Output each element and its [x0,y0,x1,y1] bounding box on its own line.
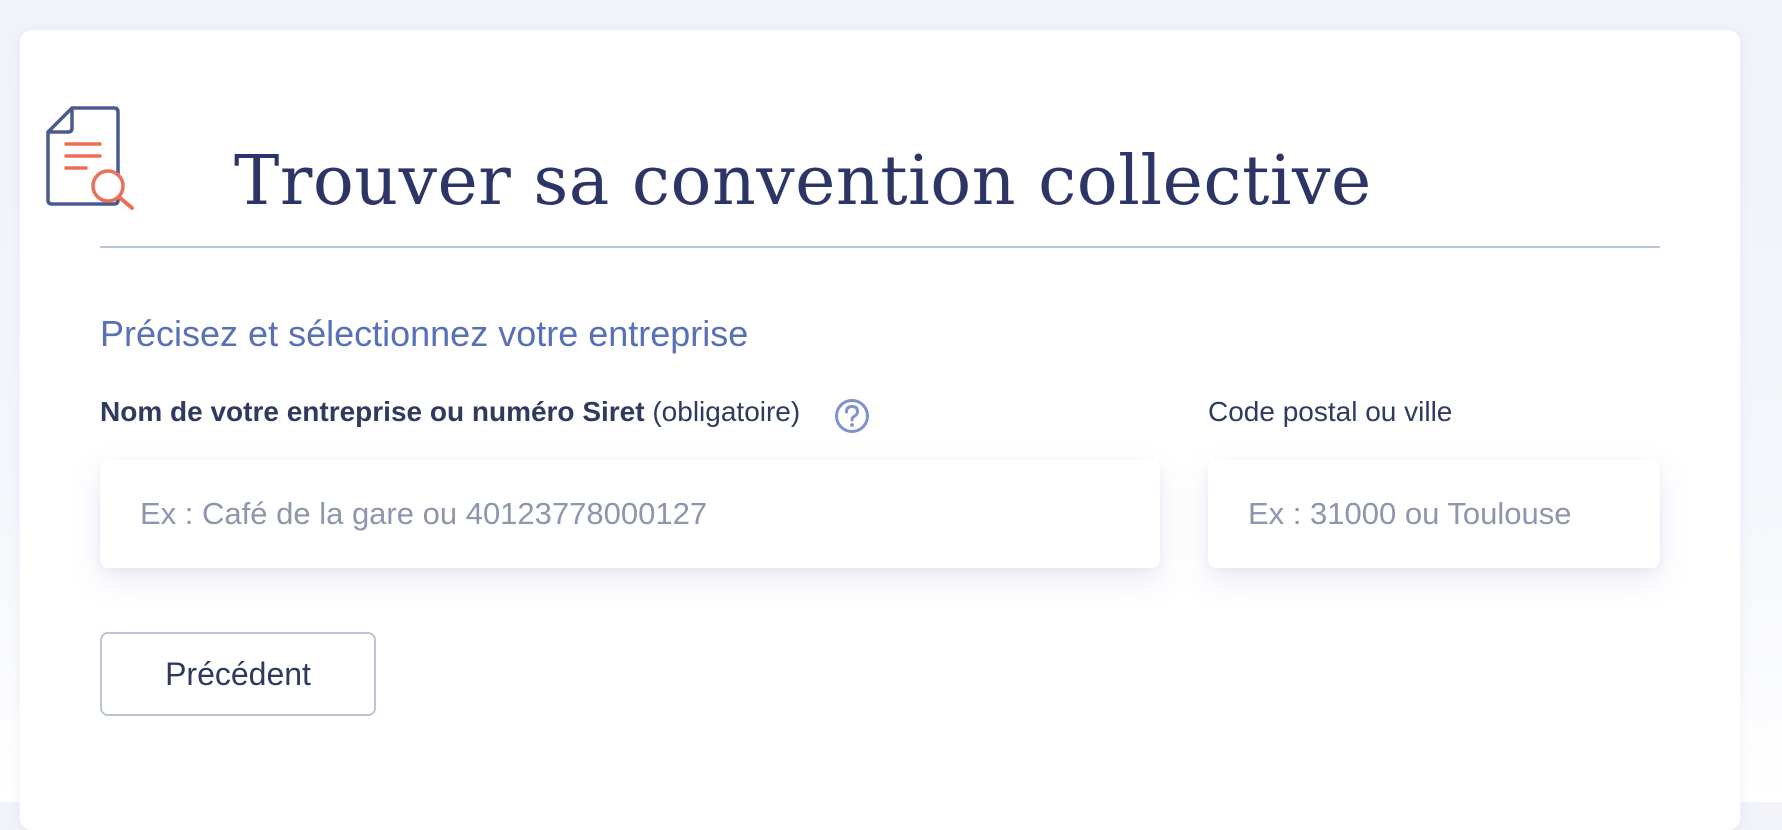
company-input-wrapper [100,460,1160,568]
postal-input-wrapper [1208,460,1660,568]
required-hint: (obligatoire) [652,396,801,427]
previous-button[interactable]: Précédent [100,632,376,716]
company-search-input[interactable] [100,460,1160,568]
postal-field-label: Code postal ou ville [1208,396,1453,427]
company-field-label: Nom de votre entreprise ou numéro Siret … [100,394,800,430]
question-circle-icon [834,399,870,437]
section-heading: Précisez et sélectionnez votre entrepris… [100,313,749,354]
company-label-text: Nom de votre entreprise ou numéro Siret [100,396,645,427]
main-card: Trouver sa convention collective Précise… [20,30,1740,830]
help-button[interactable] [834,398,870,434]
page-title: Trouver sa convention collective [234,142,1372,221]
document-search-icon [46,106,136,210]
postal-code-input[interactable] [1208,460,1660,568]
